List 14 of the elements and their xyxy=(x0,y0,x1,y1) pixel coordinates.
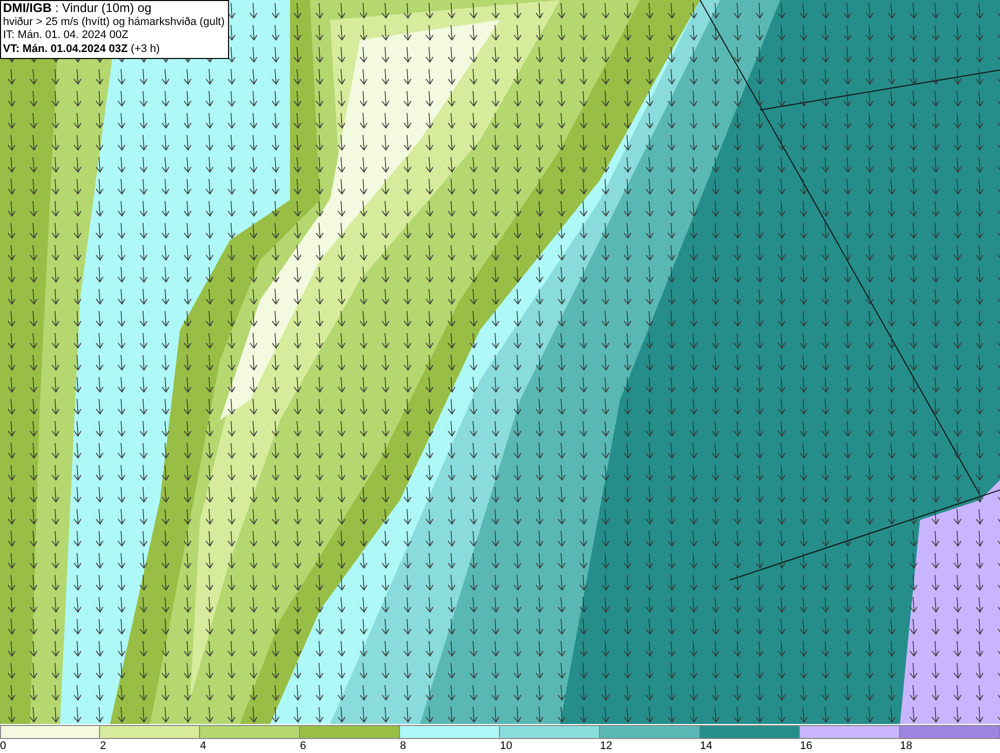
legend-label: 8 xyxy=(400,740,406,752)
header-text: IT: Mán. 01. 04. 2024 00Z xyxy=(3,29,130,42)
header-text: DMI/IGB : Vindur (10m) og xyxy=(3,2,152,16)
header-text: hviður > 25 m/s (hvítt) og hámarkshviða (gult) xyxy=(3,16,225,29)
legend-label: 14 xyxy=(700,740,712,752)
header-text: VT: Mán. 01.04.2024 03Z (+3 h) xyxy=(3,42,161,56)
legend-label: 10 xyxy=(500,740,512,752)
legend-label: 2 xyxy=(100,740,106,752)
legend-label: 0 xyxy=(0,740,6,752)
legend-label: 18 xyxy=(900,740,912,752)
legend-label: 4 xyxy=(200,740,206,752)
legend-label: 12 xyxy=(600,740,612,752)
legend-label: 16 xyxy=(800,740,812,752)
legend-label: 6 xyxy=(300,740,306,752)
